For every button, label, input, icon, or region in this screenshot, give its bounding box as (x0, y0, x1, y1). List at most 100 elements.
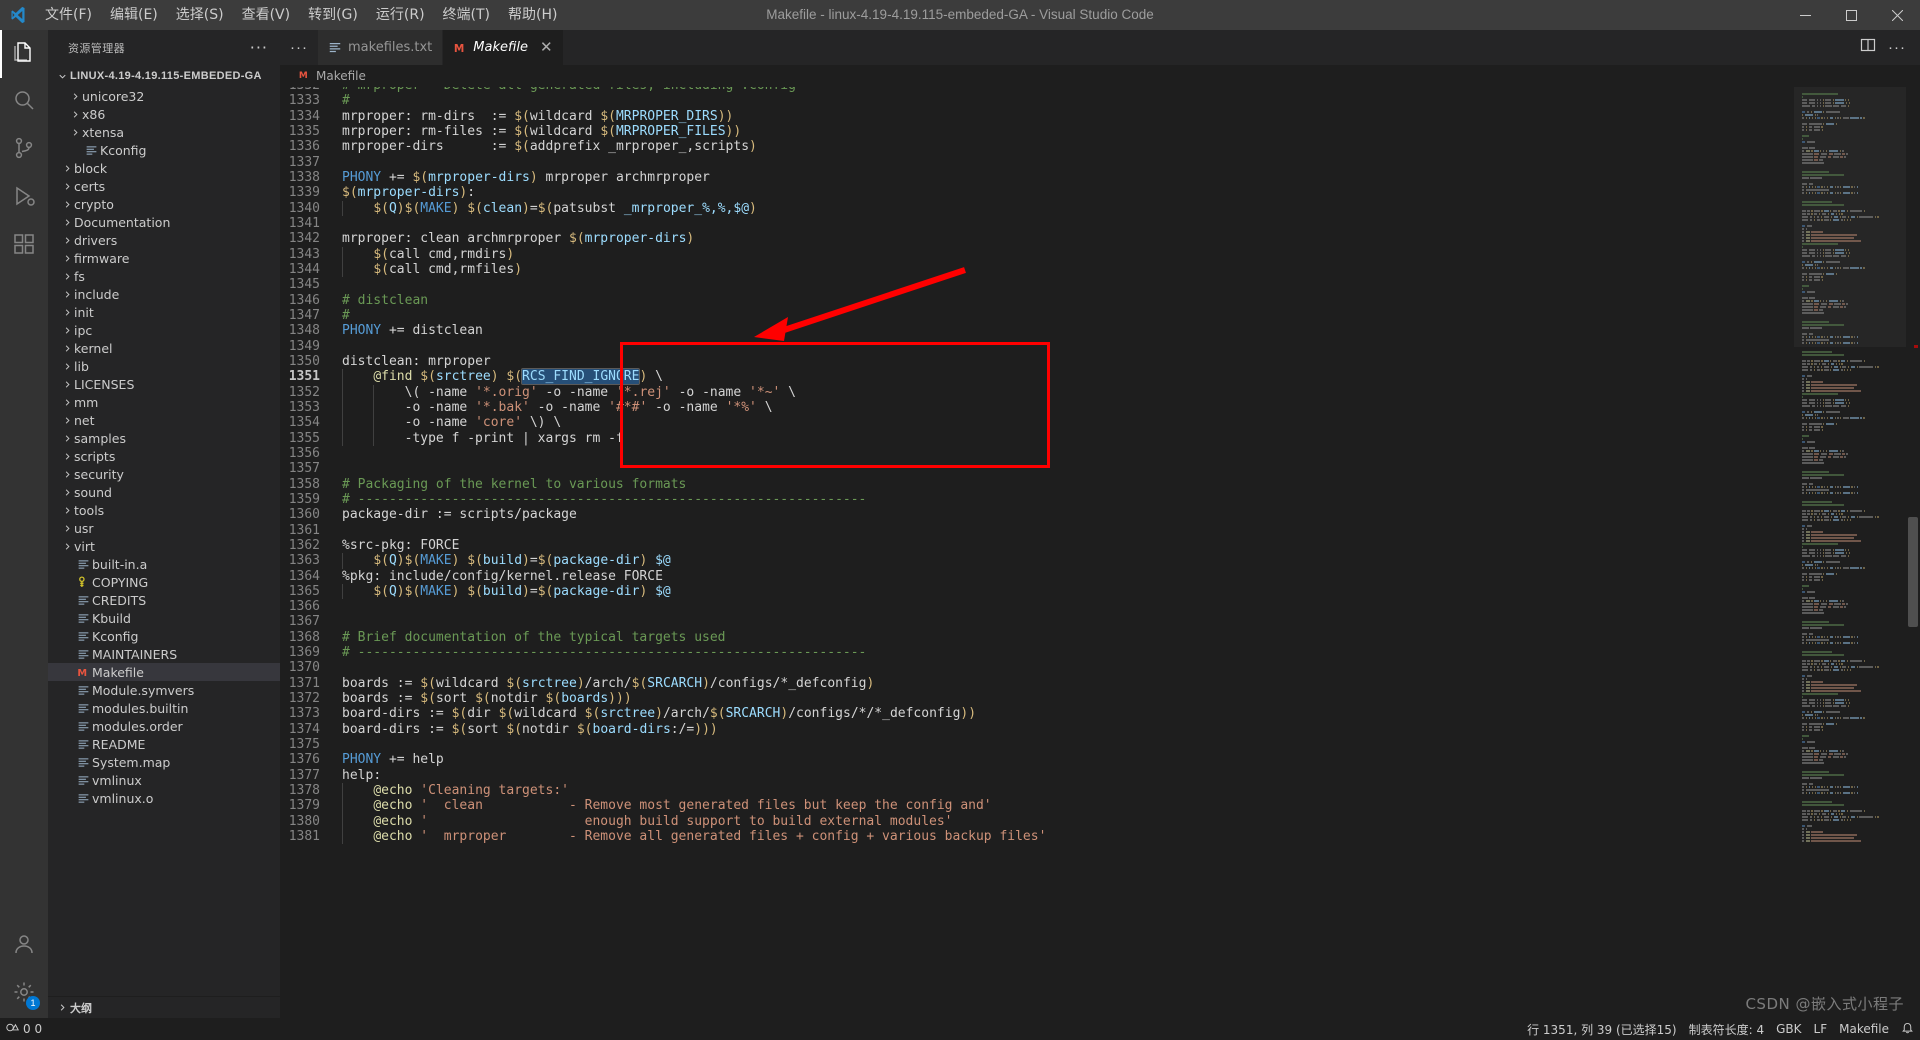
line-content[interactable]: $(Q)$(MAKE) $(clean)=$(patsubst _mrprope… (342, 200, 757, 216)
line-content[interactable]: # (342, 93, 350, 108)
line-content[interactable]: # --------------------------------------… (342, 492, 866, 507)
tree-item-modules-order[interactable]: modules.order (48, 717, 280, 735)
line-content[interactable]: board-dirs := $(dir $(wildcard $(srctree… (342, 706, 976, 721)
status-indentation[interactable]: 制表符长度: 4 (1683, 1018, 1771, 1040)
code-line[interactable]: 1336 mrproper-dirs := $(addprefix _mrprop… (280, 139, 1794, 154)
close-button[interactable] (1874, 0, 1920, 30)
tree-item-unicore32[interactable]: unicore32 (48, 87, 280, 105)
code-line[interactable]: 1354 -o -name 'core' \) \ (280, 415, 1794, 431)
line-content[interactable]: -o -name 'core' \) \ (342, 415, 561, 431)
line-content[interactable]: $(mrproper-dirs): (342, 185, 475, 200)
maximize-button[interactable] (1828, 0, 1874, 30)
more-tabs-icon[interactable]: ··· (280, 30, 318, 65)
code-line[interactable]: 1340 $(Q)$(MAKE) $(clean)=$(patsubst _mr… (280, 200, 1794, 216)
activity-extensions[interactable] (0, 222, 48, 270)
status-encoding[interactable]: GBK (1770, 1018, 1807, 1040)
tree-item-maintainers[interactable]: MAINTAINERS (48, 645, 280, 663)
code-line[interactable]: 1359 # ----------------------------------… (280, 492, 1794, 507)
code-line[interactable]: 1374 board-dirs := $(sort $(notdir $(boar… (280, 722, 1794, 737)
line-content[interactable]: boards := $(wildcard $(srctree)/arch/$(S… (342, 676, 874, 691)
line-content[interactable]: @echo ' clean - Remove most generated fi… (342, 798, 992, 814)
menu-go[interactable]: 转到(G) (299, 0, 367, 30)
tree-item-usr[interactable]: usr (48, 519, 280, 537)
code-line[interactable]: 1334 mrproper: rm-dirs := $(wildcard $(MR… (280, 109, 1794, 124)
line-content[interactable]: package-dir := scripts/package (342, 507, 577, 522)
code-line[interactable]: 1362 %src-pkg: FORCE (280, 538, 1794, 553)
tree-item-crypto[interactable]: crypto (48, 195, 280, 213)
code-line[interactable]: 1345 (280, 277, 1794, 292)
code-line[interactable]: 1349 (280, 339, 1794, 354)
tree-item-firmware[interactable]: firmware (48, 249, 280, 267)
line-content[interactable]: @find $(srctree) $(RCS_FIND_IGNORE) \ (342, 368, 663, 386)
code-line[interactable]: 1364 %pkg: include/config/kernel.release … (280, 569, 1794, 584)
line-content[interactable]: -o -name '*.bak' -o -name '#*#' -o -name… (342, 399, 773, 416)
code-line[interactable]: 1339 $(mrproper-dirs): (280, 185, 1794, 200)
line-content[interactable]: $(Q)$(MAKE) $(build)=$(package-dir) $@ (342, 583, 671, 600)
status-cursor-position[interactable]: 行 1351, 列 39 (已选择15) (1521, 1018, 1683, 1040)
tree-item-xtensa[interactable]: xtensa (48, 123, 280, 141)
code-line[interactable]: 1378 @echo 'Cleaning targets:' (280, 783, 1794, 799)
code-line[interactable]: 1370 (280, 660, 1794, 675)
code-line[interactable]: 1344 $(call cmd,rmfiles) (280, 261, 1794, 278)
tree-item-lib[interactable]: lib (48, 357, 280, 375)
tree-item-kconfig[interactable]: Kconfig (48, 141, 280, 159)
line-content[interactable]: @echo 'Cleaning targets:' (342, 783, 569, 799)
activity-explorer[interactable] (0, 30, 48, 78)
code-line[interactable]: 1351 @find $(srctree) $(RCS_FIND_IGNORE)… (280, 368, 1794, 386)
line-content[interactable]: board-dirs := $(sort $(notdir $(board-di… (342, 722, 718, 737)
code-line[interactable]: 1381 @echo ' mrproper - Remove all gener… (280, 829, 1794, 845)
menu-view[interactable]: 查看(V) (233, 0, 300, 30)
line-content[interactable]: # Brief documentation of the typical tar… (342, 630, 726, 645)
line-content[interactable]: %src-pkg: FORCE (342, 538, 459, 553)
more-actions-icon[interactable]: ··· (250, 38, 272, 57)
code-line[interactable]: 1379 @echo ' clean - Remove most generat… (280, 798, 1794, 814)
code-line[interactable]: 1366 (280, 599, 1794, 614)
code-line[interactable]: 1333 # (280, 93, 1794, 108)
scrollbar-thumb[interactable] (1908, 517, 1918, 627)
line-content[interactable]: boards := $(sort $(notdir $(boards))) (342, 691, 632, 706)
line-content[interactable]: $(call cmd,rmfiles) (342, 261, 522, 278)
menu-edit[interactable]: 编辑(E) (101, 0, 167, 30)
tree-item-kconfig[interactable]: Kconfig (48, 627, 280, 645)
code-line[interactable]: 1368 # Brief documentation of the typical… (280, 630, 1794, 645)
line-content[interactable]: help: (342, 768, 381, 783)
file-tree[interactable]: unicore32 x86 xtensa Kconfig block certs crypt… (48, 87, 280, 996)
menu-selection[interactable]: 选择(S) (167, 0, 233, 30)
line-content[interactable]: -type f -print | xargs rm -f (342, 430, 624, 446)
code-line[interactable]: 1337 (280, 155, 1794, 170)
line-content[interactable]: @echo ' enough build support to build ex… (342, 813, 953, 830)
code-line[interactable]: 1376 PHONY += help (280, 752, 1794, 767)
tree-item-sound[interactable]: sound (48, 483, 280, 501)
tree-item-x86[interactable]: x86 (48, 105, 280, 123)
code-line[interactable]: 1365 $(Q)$(MAKE) $(build)=$(package-dir)… (280, 583, 1794, 600)
menu-run[interactable]: 运行(R) (367, 0, 434, 30)
tree-item-licenses[interactable]: LICENSES (48, 375, 280, 393)
tree-item-makefile[interactable]: M Makefile (48, 663, 280, 681)
code-line[interactable]: 1377 help: (280, 768, 1794, 783)
code-line[interactable]: 1350 distclean: mrproper (280, 354, 1794, 369)
line-content[interactable]: # (342, 308, 350, 323)
tree-item-block[interactable]: block (48, 159, 280, 177)
tab-makefile[interactable]: M Makefile ✕ (443, 30, 564, 65)
line-content[interactable]: $(Q)$(MAKE) $(build)=$(package-dir) $@ (342, 553, 671, 569)
line-content[interactable]: PHONY += $(mrproper-dirs) mrproper archm… (342, 170, 710, 185)
line-content[interactable]: mrproper: rm-files := $(wildcard $(MRPRO… (342, 124, 741, 139)
code-line[interactable]: 1375 (280, 737, 1794, 752)
tree-item-ipc[interactable]: ipc (48, 321, 280, 339)
minimize-button[interactable] (1782, 0, 1828, 30)
line-content[interactable]: mrproper-dirs := $(addprefix _mrproper_,… (342, 139, 757, 154)
code-line[interactable]: 1343 $(call cmd,rmdirs) (280, 246, 1794, 262)
code-line[interactable]: 1380 @echo ' enough build support to bui… (280, 813, 1794, 830)
tab-makefiles-txt[interactable]: makefiles.txt (318, 30, 444, 65)
status-language-mode[interactable]: Makefile (1833, 1018, 1895, 1040)
menu-help[interactable]: 帮助(H) (499, 0, 566, 30)
code-line[interactable]: 1361 (280, 523, 1794, 538)
tree-item-copying[interactable]: COPYING (48, 573, 280, 591)
line-content[interactable]: mrproper: rm-dirs := $(wildcard $(MRPROP… (342, 109, 733, 124)
tree-item-module-symvers[interactable]: Module.symvers (48, 681, 280, 699)
code-line[interactable]: 1346 # distclean (280, 293, 1794, 308)
code-lines[interactable]: 1332# mrproper - Delete all generated fi… (280, 87, 1794, 845)
tree-item-include[interactable]: include (48, 285, 280, 303)
line-content[interactable]: PHONY += help (342, 752, 444, 767)
menu-bar[interactable]: 文件(F) 编辑(E) 选择(S) 查看(V) 转到(G) 运行(R) 终端(T… (36, 0, 566, 30)
